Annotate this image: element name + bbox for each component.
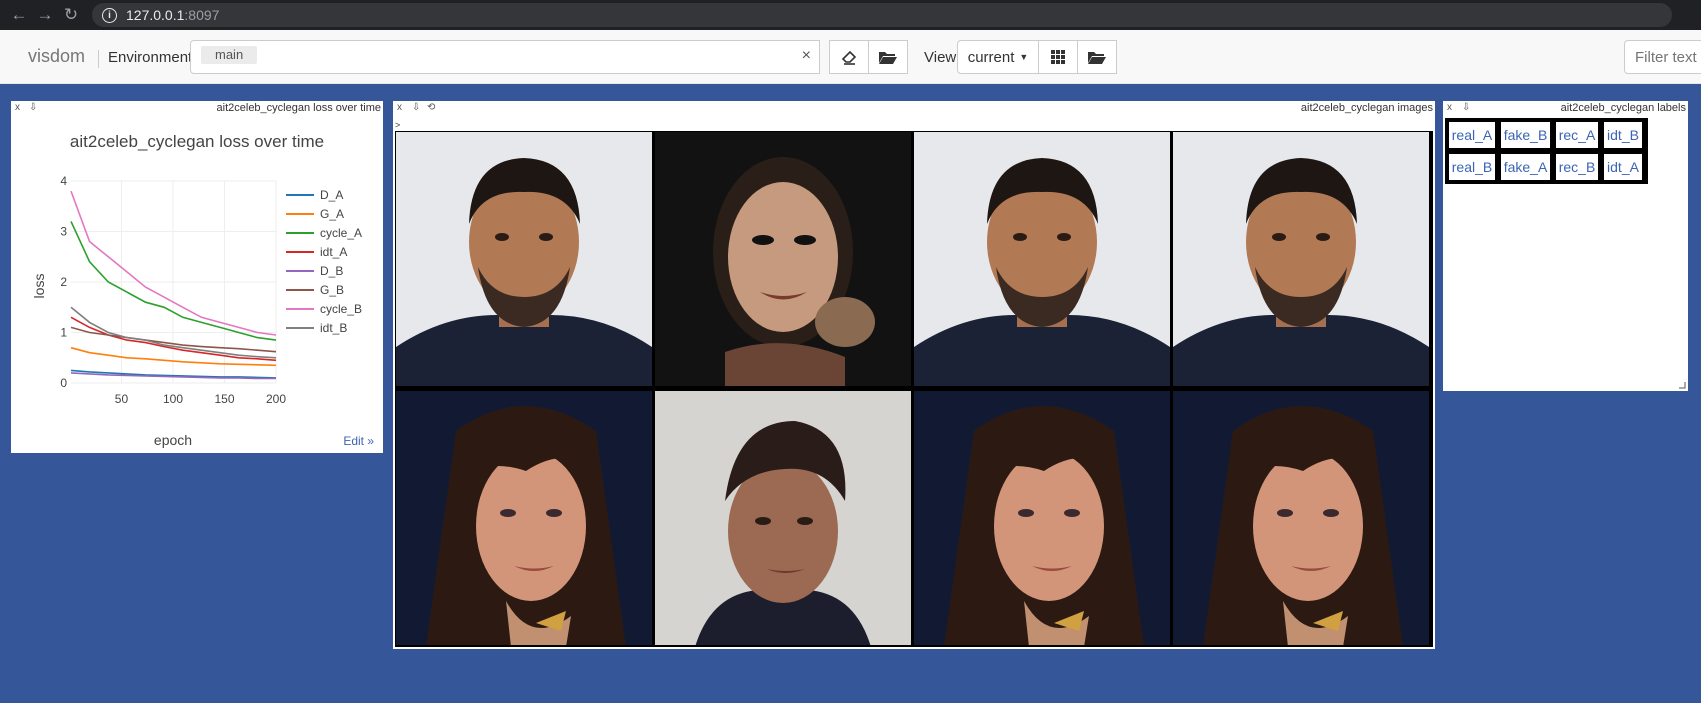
label-cell[interactable]: rec_B: [1554, 152, 1600, 182]
view-label: View: [924, 49, 957, 66]
images-pane[interactable]: x ⇩ ⟲ ait2celeb_cyclegan images >: [393, 101, 1435, 649]
info-icon[interactable]: i: [102, 7, 117, 23]
grid-icon: [1051, 50, 1065, 64]
forward-arrow-icon[interactable]: →: [32, 0, 58, 30]
loss-chart[interactable]: ait2celeb_cyclegan loss over time loss e…: [11, 115, 383, 453]
clear-environment-icon[interactable]: ×: [802, 47, 811, 65]
brand-logo[interactable]: visdom: [28, 46, 85, 67]
legend-item[interactable]: cycle_A: [320, 226, 362, 240]
edit-link[interactable]: Edit »: [343, 434, 374, 448]
download-icon[interactable]: ⇩: [1462, 102, 1470, 113]
legend-item[interactable]: D_A: [320, 188, 343, 202]
x-tick-label: 200: [266, 392, 286, 406]
close-icon[interactable]: x: [397, 102, 402, 113]
legend-item[interactable]: idt_A: [320, 245, 347, 259]
pane-title: ait2celeb_cyclegan loss over time: [216, 102, 381, 114]
reload-icon[interactable]: ↻: [58, 0, 84, 30]
legend-item[interactable]: D_B: [320, 264, 343, 278]
environment-select[interactable]: main ×: [190, 40, 820, 74]
label-cell[interactable]: rec_A: [1554, 120, 1600, 150]
url-port: :8097: [184, 7, 220, 23]
image-fake-a: [655, 391, 911, 645]
x-tick-label: 150: [214, 392, 234, 406]
expand-caret-icon[interactable]: >: [395, 120, 400, 130]
close-icon[interactable]: x: [15, 102, 20, 113]
y-tick-label: 0: [60, 376, 67, 390]
label-cell[interactable]: fake_B: [1499, 120, 1552, 150]
label-cell[interactable]: real_A: [1447, 120, 1497, 150]
label-cell[interactable]: idt_B: [1602, 120, 1644, 150]
repack-button[interactable]: [1038, 40, 1078, 74]
legend-item[interactable]: cycle_B: [320, 302, 362, 316]
resize-handle-icon[interactable]: [1678, 381, 1686, 389]
address-bar[interactable]: i 127.0.0.1:8097: [92, 3, 1672, 27]
url-host: 127.0.0.1: [126, 7, 185, 23]
eraser-icon: [841, 50, 857, 65]
plot-pane[interactable]: x ⇩ ait2celeb_cyclegan loss over time ai…: [11, 101, 383, 453]
download-icon[interactable]: ⇩: [412, 102, 420, 113]
y-tick-label: 1: [60, 326, 67, 340]
chart-title: ait2celeb_cyclegan loss over time: [70, 132, 324, 151]
filter-input[interactable]: [1624, 40, 1701, 74]
legend-item[interactable]: G_A: [320, 207, 344, 221]
pane-title: ait2celeb_cyclegan images: [1300, 102, 1433, 114]
y-axis-label: loss: [31, 274, 47, 299]
pane-header[interactable]: x ⇩ ait2celeb_cyclegan labels: [1443, 101, 1688, 115]
pane-header[interactable]: x ⇩ ait2celeb_cyclegan loss over time: [11, 101, 383, 115]
x-tick-label: 50: [115, 392, 129, 406]
x-axis-label: epoch: [154, 432, 192, 448]
series-line-cycle-a[interactable]: [70, 221, 277, 341]
environment-tag[interactable]: main: [201, 46, 258, 64]
label-cell[interactable]: fake_A: [1499, 152, 1552, 182]
visdom-toolbar: visdom Environment main × View current ▼: [0, 30, 1701, 84]
caret-down-icon: ▼: [1019, 52, 1029, 62]
divider: [98, 50, 99, 68]
labels-row: real_A fake_B rec_A idt_B: [1447, 120, 1646, 150]
environment-label: Environment: [108, 49, 193, 66]
manage-views-button[interactable]: [1077, 40, 1117, 74]
image-rec-a: [914, 132, 1170, 386]
series-line-cycle-b[interactable]: [70, 190, 277, 336]
back-arrow-icon[interactable]: ←: [6, 0, 32, 30]
image-real-b: [396, 391, 652, 645]
legend-item[interactable]: idt_B: [320, 321, 347, 335]
image-rec-b: [914, 391, 1170, 645]
download-icon[interactable]: ⇩: [29, 102, 37, 113]
pane-header[interactable]: x ⇩ ⟲ ait2celeb_cyclegan images: [393, 101, 1435, 115]
image-idt-b: [1173, 132, 1429, 386]
pane-title: ait2celeb_cyclegan labels: [1560, 102, 1686, 114]
folder-open-icon: [879, 52, 897, 64]
manage-env-button[interactable]: [868, 40, 908, 74]
view-select[interactable]: current ▼: [957, 40, 1039, 74]
close-icon[interactable]: x: [1447, 102, 1452, 113]
image-fake-b: [655, 132, 911, 386]
labels-pane[interactable]: x ⇩ ait2celeb_cyclegan labels real_A fak…: [1443, 101, 1688, 391]
labels-row: real_B fake_A rec_B idt_A: [1447, 152, 1646, 182]
y-tick-label: 3: [60, 225, 67, 239]
image-real-a: [396, 132, 652, 386]
clear-env-button[interactable]: [829, 40, 869, 74]
y-tick-label: 4: [60, 174, 67, 188]
label-cell[interactable]: real_B: [1447, 152, 1497, 182]
view-value: current: [967, 48, 1015, 66]
legend-item[interactable]: G_B: [320, 283, 344, 297]
browser-chrome: ← → ↻ i 127.0.0.1:8097: [0, 0, 1701, 30]
x-tick-label: 100: [163, 392, 183, 406]
folder-open-icon: [1088, 52, 1106, 64]
image-grid: [395, 131, 1433, 647]
reset-icon[interactable]: ⟲: [427, 102, 435, 113]
labels-table: real_A fake_B rec_A idt_B real_B fake_A …: [1445, 118, 1648, 184]
label-cell[interactable]: idt_A: [1602, 152, 1644, 182]
y-tick-label: 2: [60, 275, 67, 289]
image-idt-a: [1173, 391, 1429, 645]
